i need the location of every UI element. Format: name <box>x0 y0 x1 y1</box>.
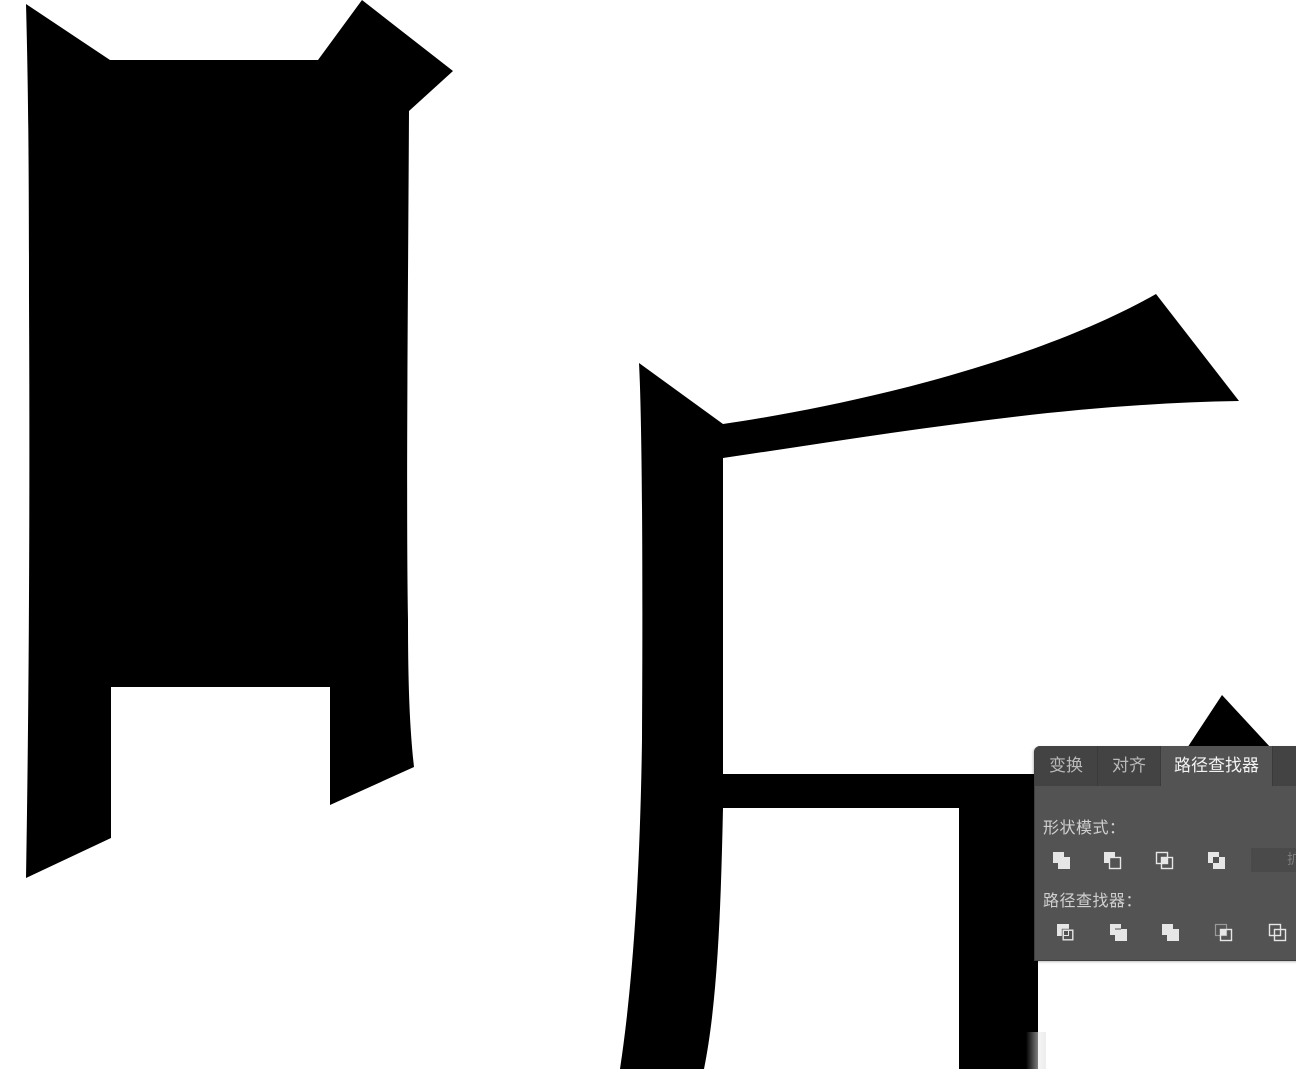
minus-front-button[interactable] <box>1100 848 1126 874</box>
merge-button[interactable] <box>1158 920 1184 946</box>
trim-button[interactable] <box>1106 920 1132 946</box>
tab-transform[interactable]: 变换 <box>1035 746 1098 786</box>
tab-align[interactable]: 对齐 <box>1098 746 1161 786</box>
tab-pathfinder[interactable]: 路径查找器 <box>1161 746 1273 786</box>
pathfinder-panel[interactable]: 变换 对齐 路径查找器 形状模式： 扩展 路径查找器： <box>1034 746 1296 961</box>
canvas-edge-fade <box>1026 1032 1046 1069</box>
minus-front-icon <box>1104 852 1122 870</box>
pathfinders-label: 路径查找器： <box>1043 891 1143 910</box>
crop-button[interactable] <box>1211 920 1237 946</box>
unite-button[interactable] <box>1049 848 1075 874</box>
crop-icon <box>1214 923 1233 942</box>
panel-tab-bar: 变换 对齐 路径查找器 <box>1035 746 1296 786</box>
expand-button[interactable]: 扩展 <box>1251 848 1296 872</box>
left-glyph-shape[interactable] <box>26 0 453 878</box>
divide-button[interactable] <box>1053 920 1079 946</box>
exclude-icon <box>1208 852 1225 869</box>
shape-modes-label: 形状模式： <box>1043 818 1126 837</box>
divide-icon <box>1057 924 1075 942</box>
outline-icon <box>1268 923 1287 942</box>
exclude-button[interactable] <box>1204 848 1230 874</box>
outline-button[interactable] <box>1265 920 1291 946</box>
intersect-button[interactable] <box>1152 848 1178 874</box>
unite-icon <box>1053 852 1070 869</box>
trim-icon <box>1110 924 1127 941</box>
merge-icon <box>1162 924 1179 941</box>
intersect-icon <box>1155 851 1174 870</box>
